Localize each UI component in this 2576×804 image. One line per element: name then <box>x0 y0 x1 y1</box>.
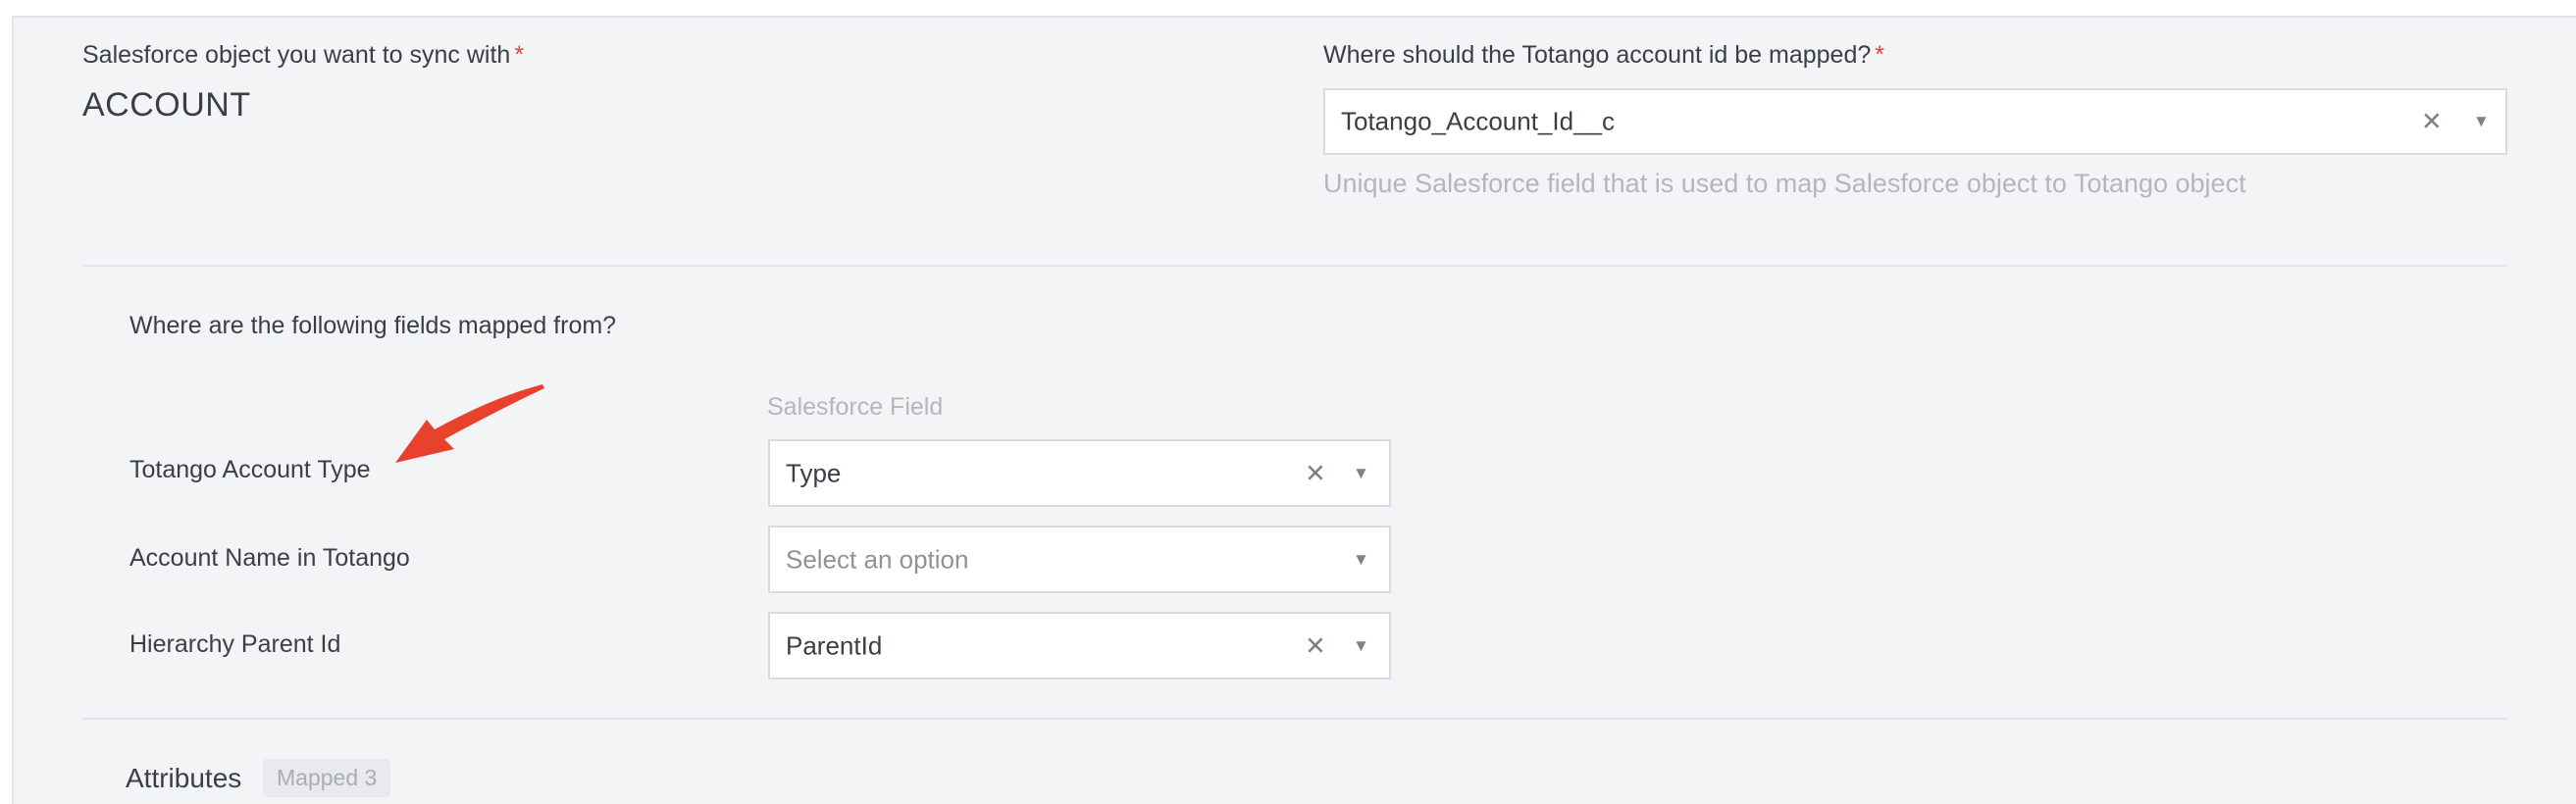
select-value: Type <box>786 458 842 487</box>
field-label-account-name: Account Name in Totango <box>129 544 410 572</box>
select-account-name[interactable]: Select an option ▼ <box>768 526 1391 593</box>
sync-object-value: ACCOUNT <box>82 86 251 124</box>
caret-down-icon[interactable]: ▼ <box>2473 112 2490 131</box>
account-id-select-value: Totango_Account_Id__c <box>1341 106 1615 136</box>
required-mark: * <box>1875 41 1884 69</box>
select-hierarchy-parent-id[interactable]: ParentId ✕ ▼ <box>768 612 1391 679</box>
clear-x-icon[interactable]: ✕ <box>1305 630 1326 661</box>
caret-down-icon[interactable]: ▼ <box>1353 550 1369 570</box>
clear-x-icon[interactable]: ✕ <box>1305 458 1326 488</box>
red-arrow-annotation <box>395 384 544 463</box>
required-mark: * <box>514 41 525 69</box>
select-value: ParentId <box>786 630 883 660</box>
field-label-totango-account-type: Totango Account Type <box>129 456 371 483</box>
clear-x-icon[interactable]: ✕ <box>2421 107 2443 137</box>
account-id-select[interactable]: Totango_Account_Id__c ✕ ▼ <box>1323 88 2507 155</box>
account-id-hint: Unique Salesforce field that is used to … <box>1323 169 2246 198</box>
attributes-title: Attributes <box>126 763 242 793</box>
select-totango-account-type[interactable]: Type ✕ ▼ <box>768 439 1391 507</box>
caret-down-icon[interactable]: ▼ <box>1353 636 1369 656</box>
select-placeholder: Select an option <box>786 544 969 574</box>
field-label-hierarchy-parent-id: Hierarchy Parent Id <box>129 630 341 658</box>
caret-down-icon[interactable]: ▼ <box>1353 464 1369 483</box>
sync-object-label: Salesforce object you want to sync with * <box>82 41 525 69</box>
section-divider <box>82 265 2507 267</box>
section-divider <box>82 718 2507 720</box>
salesforce-field-column-header: Salesforce Field <box>767 393 944 421</box>
field-mapping-heading: Where are the following fields mapped fr… <box>129 312 617 339</box>
mapped-count-badge: Mapped 3 <box>263 759 391 797</box>
account-id-mapping-label: Where should the Totango account id be m… <box>1323 41 1884 69</box>
